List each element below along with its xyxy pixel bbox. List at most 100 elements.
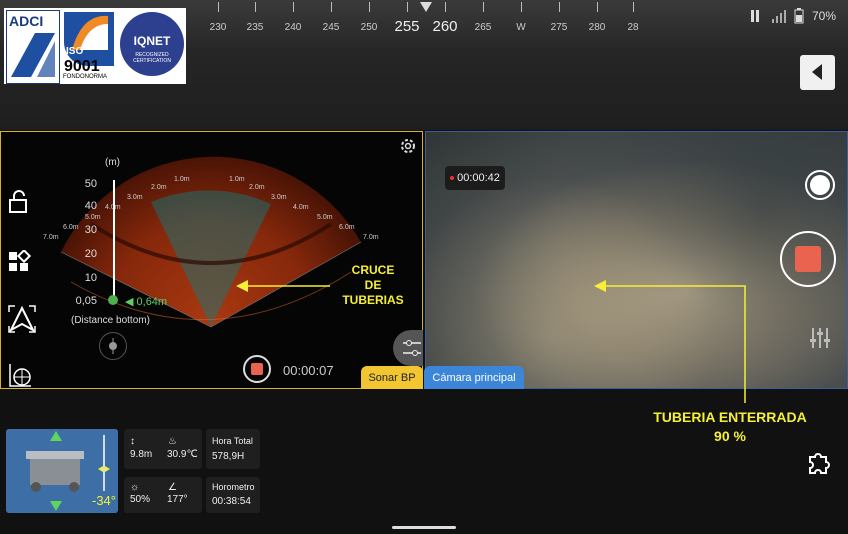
lock-icon[interactable]	[7, 190, 33, 216]
annotation-percentage: 90 %	[714, 428, 746, 444]
sonar-range-label: 1.0m	[174, 176, 190, 183]
camera-timer: 00:00:42	[445, 166, 505, 190]
depth-scale-label: 30	[84, 224, 97, 236]
pipe-crossing-annotation: CRUCE DE TUBERIAS	[336, 263, 410, 308]
battery-percentage: 70%	[811, 9, 836, 23]
svg-text:↕: ↕	[130, 436, 135, 447]
tab-main-camera[interactable]: Cámara principal	[424, 366, 524, 389]
horometer-label: Horometro	[212, 482, 255, 492]
heading-value: 177°	[167, 494, 188, 505]
light-value: 50%	[130, 494, 151, 505]
compass-label: 250	[360, 22, 378, 33]
iqnet-text: IQNET	[133, 34, 171, 48]
apps-icon[interactable]	[7, 248, 33, 276]
compass-needle-icon	[420, 2, 432, 12]
joystick-icon[interactable]	[99, 332, 127, 360]
sonar-range-label: 1.0m	[229, 176, 245, 183]
compass-tick	[559, 2, 560, 12]
annotation-line-3: TUBERIAS	[342, 293, 404, 307]
compass-tick	[293, 2, 294, 12]
depth-temp-card: ↕ ♨ 9.8m 30.9℃	[124, 429, 202, 469]
snapshot-icon[interactable]	[805, 170, 835, 200]
light-heading-icons: ☼ ∠	[130, 482, 177, 493]
depth-scale-label: 50	[84, 178, 97, 190]
sonar-fan-image	[60, 156, 362, 328]
compass-label: W	[516, 22, 526, 33]
compass-tick	[633, 2, 634, 12]
svg-text:♨: ♨	[168, 436, 177, 447]
compass-tick	[521, 2, 522, 12]
auto-pilot-icon[interactable]	[7, 304, 36, 333]
horometer-card: Horometro 00:38:54	[206, 477, 260, 513]
distance-value-text: 0,64m	[136, 296, 168, 308]
camera-sliders-icon[interactable]	[808, 326, 832, 348]
sonar-range-label: 6.0m	[339, 224, 355, 231]
depth-scale-bar	[113, 180, 115, 300]
status-bar: 70%	[750, 8, 836, 24]
sonar-range-label: 5.0m	[317, 214, 333, 221]
sonar-range-label: 2.0m	[249, 184, 265, 191]
compass-label: 280	[588, 22, 606, 33]
sonar-range-label: 7.0m	[363, 234, 379, 241]
scale-unit-label: (m)	[105, 157, 120, 168]
compass-label: 275	[550, 22, 568, 33]
depth-value: 9.8m	[130, 449, 153, 460]
sonar-range-label: 3.0m	[271, 194, 287, 201]
top-bar: ADCI ISO 9001 FONDONORMA IQNET RECOGNIZE…	[0, 0, 848, 130]
compass-tick	[369, 2, 370, 12]
svg-text:∠: ∠	[168, 482, 177, 493]
compass-label: 230	[209, 22, 227, 33]
compass-tick	[597, 2, 598, 12]
sonar-record-time: 00:00:07	[283, 363, 334, 378]
map-grid-icon[interactable]	[7, 362, 33, 388]
back-arrow-icon[interactable]	[800, 55, 835, 90]
compass-heading-strip: 230 235 240 245 250 255 260 265 W 275 280 28	[190, 0, 650, 40]
puzzle-icon[interactable]	[806, 449, 832, 475]
annotation-title: TUBERIA ENTERRADA	[653, 409, 807, 425]
sonar-range-label: 6.0m	[63, 224, 79, 231]
distance-value: ◀ 0,64m	[125, 296, 168, 308]
compass-label: 28	[627, 22, 639, 33]
sonar-panel[interactable]: 1.0m 2.0m 3.0m 4.0m 5.0m 6.0m 7.0m 1.0m 2.0m 3.0m…	[0, 131, 423, 389]
pause-bars-icon	[750, 10, 759, 22]
compass-tick	[445, 2, 446, 12]
record-icon[interactable]	[780, 231, 836, 287]
settings-gear-icon[interactable]	[398, 136, 418, 156]
home-indicator[interactable]	[392, 526, 456, 529]
sonar-range-label: 7.0m	[43, 234, 59, 241]
iso-9001-logo: ISO 9001 FONDONORMA	[62, 10, 116, 82]
depth-scale-label: 40	[84, 200, 97, 212]
sonar-range-label: 3.0m	[127, 194, 143, 201]
depth-slider-handle[interactable]	[108, 295, 118, 305]
total-hours-card: Hora Total 578,9H	[206, 429, 260, 469]
iqnet-subtext: RECOGNIZED CERTIFICATION	[133, 52, 171, 64]
compass-label: 260	[432, 18, 458, 35]
filter-sliders-icon[interactable]	[393, 330, 423, 366]
distance-caption: (Distance bottom)	[71, 315, 150, 326]
sonar-range-label: 2.0m	[151, 184, 167, 191]
sonar-record-stop-button[interactable]	[243, 355, 271, 383]
iqnet-logo: IQNET RECOGNIZED CERTIFICATION	[120, 12, 184, 76]
compass-label: 240	[284, 22, 302, 33]
iso-org: FONDONORMA	[63, 74, 107, 80]
compass-label: 265	[474, 22, 492, 33]
depth-scale-label: 10	[84, 272, 97, 284]
annotation-line-2: DE	[364, 278, 382, 292]
buried-pipe-annotation: TUBERIA ENTERRADA 90 %	[630, 408, 830, 446]
signal-icon	[771, 10, 786, 23]
depth-temp-icons: ↕ ♨	[130, 436, 177, 447]
depth-scale-label: 0,05	[75, 295, 97, 307]
attitude-angle: -34°	[92, 493, 116, 508]
compass-tick	[483, 2, 484, 12]
total-hours-label: Hora Total	[212, 436, 253, 446]
adci-logo-graphic	[11, 33, 55, 77]
compass-label: 235	[246, 22, 264, 33]
rov-attitude-widget: -34°	[6, 429, 118, 513]
sonar-range-label: 4.0m	[293, 204, 309, 211]
total-hours-value: 578,9H	[212, 451, 245, 462]
battery-icon	[794, 8, 804, 24]
depth-scale-label: 20	[84, 248, 97, 260]
tab-sonar[interactable]: Sonar BP	[361, 366, 423, 389]
compass-label: 245	[322, 22, 340, 33]
compass-label: 255	[394, 18, 420, 35]
